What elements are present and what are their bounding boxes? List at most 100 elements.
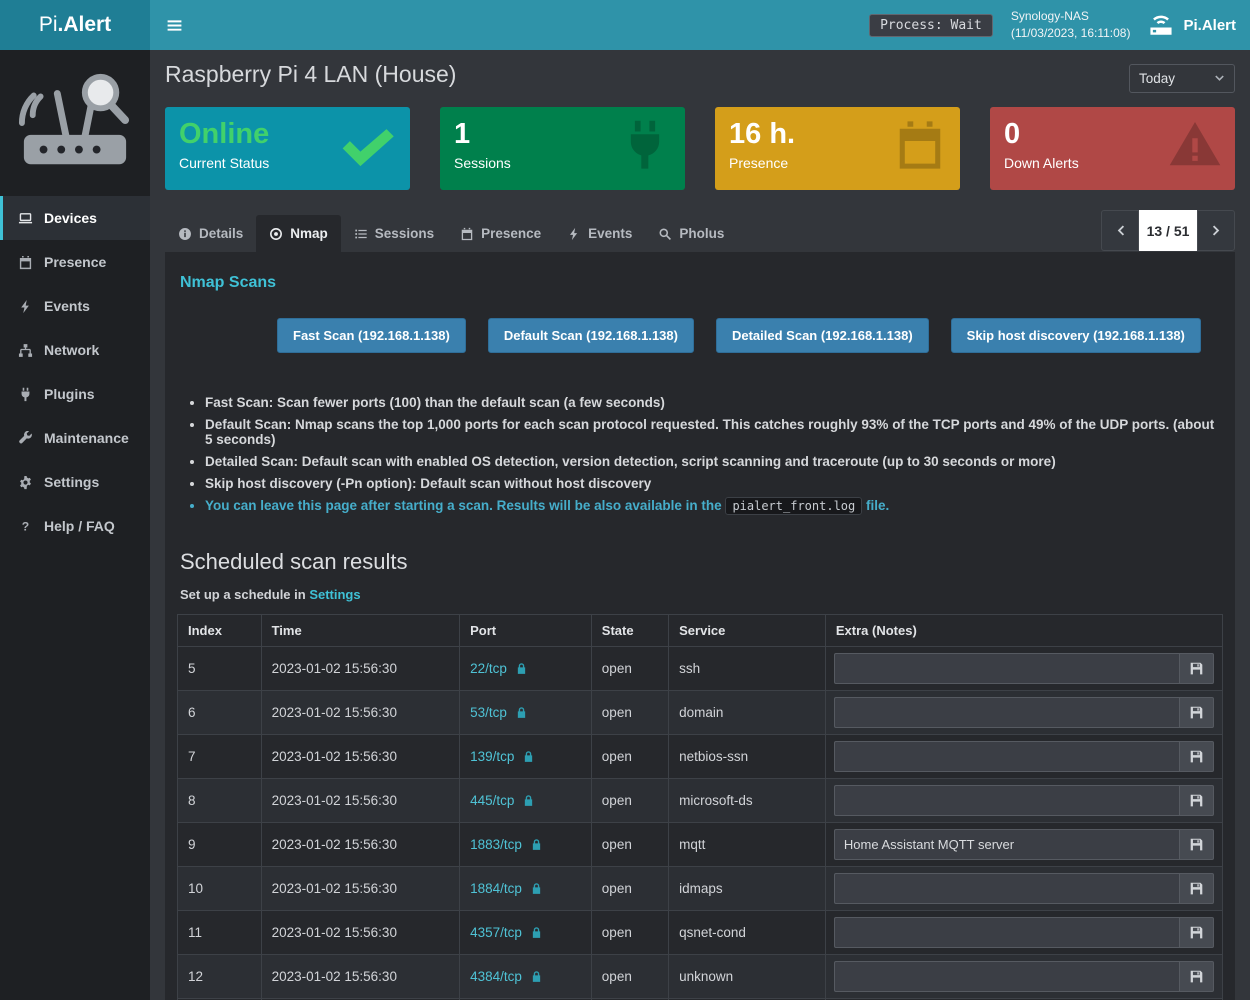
port-link[interactable]: 53/tcp [470, 705, 507, 720]
save-note-button[interactable] [1179, 785, 1214, 816]
sidebar-item-label: Maintenance [44, 430, 129, 446]
tab-label: Events [588, 226, 632, 241]
chevron-down-icon [1214, 73, 1225, 84]
cell-time: 2023-01-02 15:56:30 [261, 735, 460, 779]
sidebar-item[interactable]: Devices [0, 196, 150, 240]
port-link[interactable]: 1883/tcp [470, 837, 522, 852]
save-icon [1189, 705, 1204, 720]
scan-info-bullet: Default Scan: Nmap scans the top 1,000 p… [205, 417, 1223, 447]
process-status-badge: Process: Wait [869, 14, 993, 37]
scan-button[interactable]: Default Scan (192.168.1.138) [488, 318, 694, 353]
port-link[interactable]: 445/tcp [470, 793, 514, 808]
nmap-scans-heading: Nmap Scans [180, 274, 1223, 292]
scan-result-row: 7 2023-01-02 15:56:30 139/tcp open netbi… [178, 735, 1223, 779]
note-input[interactable] [834, 829, 1179, 860]
scan-button[interactable]: Skip host discovery (192.168.1.138) [951, 318, 1201, 353]
sidebar-item-label: Network [44, 342, 99, 358]
cell-state: open [591, 691, 668, 735]
lock-icon [515, 706, 528, 719]
scan-note-prefix: You can leave this page after starting a… [205, 498, 725, 513]
save-note-button[interactable] [1179, 917, 1214, 948]
main-content: Raspberry Pi 4 LAN (House) Today Online … [150, 50, 1250, 1000]
note-input[interactable] [834, 785, 1179, 816]
tab-icon [354, 227, 368, 241]
save-note-button[interactable] [1179, 697, 1214, 728]
cell-port: 445/tcp [460, 779, 592, 823]
sidebar-toggle-button[interactable] [150, 0, 198, 50]
down-alerts-card: 0 Down Alerts [990, 107, 1235, 190]
save-note-button[interactable] [1179, 741, 1214, 772]
sidebar-item[interactable]: Settings [0, 460, 150, 504]
save-note-button[interactable] [1179, 829, 1214, 860]
brand-logo[interactable]: Pi.Alert [0, 0, 150, 50]
sidebar-item[interactable]: Plugins [0, 372, 150, 416]
lock-icon [522, 794, 535, 807]
sidebar-item[interactable]: Presence [0, 240, 150, 284]
scan-result-row: 9 2023-01-02 15:56:30 1883/tcp open mqtt [178, 823, 1223, 867]
sidebar-item[interactable]: Events [0, 284, 150, 328]
save-note-button[interactable] [1179, 873, 1214, 904]
period-select[interactable]: Today [1129, 64, 1235, 93]
note-input[interactable] [834, 741, 1179, 772]
tab[interactable]: Details [165, 215, 256, 252]
sidebar: Devices Presence Events Network [0, 50, 150, 1000]
sidebar-item[interactable]: Help / FAQ [0, 504, 150, 548]
cell-time: 2023-01-02 15:56:30 [261, 823, 460, 867]
tab[interactable]: Nmap [256, 215, 341, 252]
user-menu[interactable]: Pi.Alert [1148, 12, 1236, 38]
prev-device-button[interactable] [1101, 210, 1139, 251]
cell-service: unknown [669, 955, 826, 999]
tab[interactable]: Presence [447, 215, 554, 252]
tab[interactable]: Events [554, 215, 645, 252]
device-counter: 13 / 51 [1139, 210, 1197, 251]
cell-state: open [591, 735, 668, 779]
sidebar-item[interactable]: Network [0, 328, 150, 372]
sidebar-item-label: Help / FAQ [44, 518, 115, 534]
log-filename-code: pialert_front.log [725, 497, 862, 515]
sidebar-item-label: Events [44, 298, 90, 314]
cell-extra [825, 823, 1222, 867]
save-note-button[interactable] [1179, 653, 1214, 684]
cell-index: 11 [178, 911, 262, 955]
scan-button[interactable]: Fast Scan (192.168.1.138) [277, 318, 466, 353]
next-device-button[interactable] [1197, 210, 1235, 251]
cell-state: open [591, 779, 668, 823]
table-header-row: Index Time Port State Service Extra (Not… [178, 615, 1223, 647]
tab[interactable]: Sessions [341, 215, 447, 252]
cell-extra [825, 735, 1222, 779]
col-extra: Extra (Notes) [825, 615, 1222, 647]
port-link[interactable]: 139/tcp [470, 749, 514, 764]
cell-time: 2023-01-02 15:56:30 [261, 955, 460, 999]
cell-time: 2023-01-02 15:56:30 [261, 911, 460, 955]
port-link[interactable]: 1884/tcp [470, 881, 522, 896]
header-right: Process: Wait Synology-NAS (11/03/2023, … [869, 0, 1250, 50]
tab-label: Sessions [375, 226, 434, 241]
sidebar-item[interactable]: Maintenance [0, 416, 150, 460]
calendar-icon [893, 118, 947, 172]
note-input[interactable] [834, 697, 1179, 728]
port-link[interactable]: 4357/tcp [470, 925, 522, 940]
save-icon [1189, 969, 1204, 984]
scan-result-row: 8 2023-01-02 15:56:30 445/tcp open micro… [178, 779, 1223, 823]
note-input[interactable] [834, 873, 1179, 904]
cell-service: mqtt [669, 823, 826, 867]
period-select-value: Today [1139, 71, 1175, 86]
page-title: Raspberry Pi 4 LAN (House) [165, 61, 456, 88]
scan-button[interactable]: Detailed Scan (192.168.1.138) [716, 318, 929, 353]
port-link[interactable]: 4384/tcp [470, 969, 522, 984]
tab[interactable]: Pholus [645, 215, 737, 252]
host-info: Synology-NAS (11/03/2023, 16:11:08) [1011, 8, 1131, 43]
cell-service: qsnet-cond [669, 911, 826, 955]
cell-state: open [591, 911, 668, 955]
scan-result-row: 10 2023-01-02 15:56:30 1884/tcp open idm… [178, 867, 1223, 911]
presence-card: 16 h. Presence [715, 107, 960, 190]
save-note-button[interactable] [1179, 961, 1214, 992]
note-input[interactable] [834, 917, 1179, 948]
port-link[interactable]: 22/tcp [470, 661, 507, 676]
warning-icon [1168, 118, 1222, 172]
note-input[interactable] [834, 653, 1179, 684]
note-input[interactable] [834, 961, 1179, 992]
settings-link[interactable]: Settings [309, 587, 360, 602]
scan-info-bullet: Fast Scan: Scan fewer ports (100) than t… [205, 395, 1223, 410]
cell-extra [825, 955, 1222, 999]
